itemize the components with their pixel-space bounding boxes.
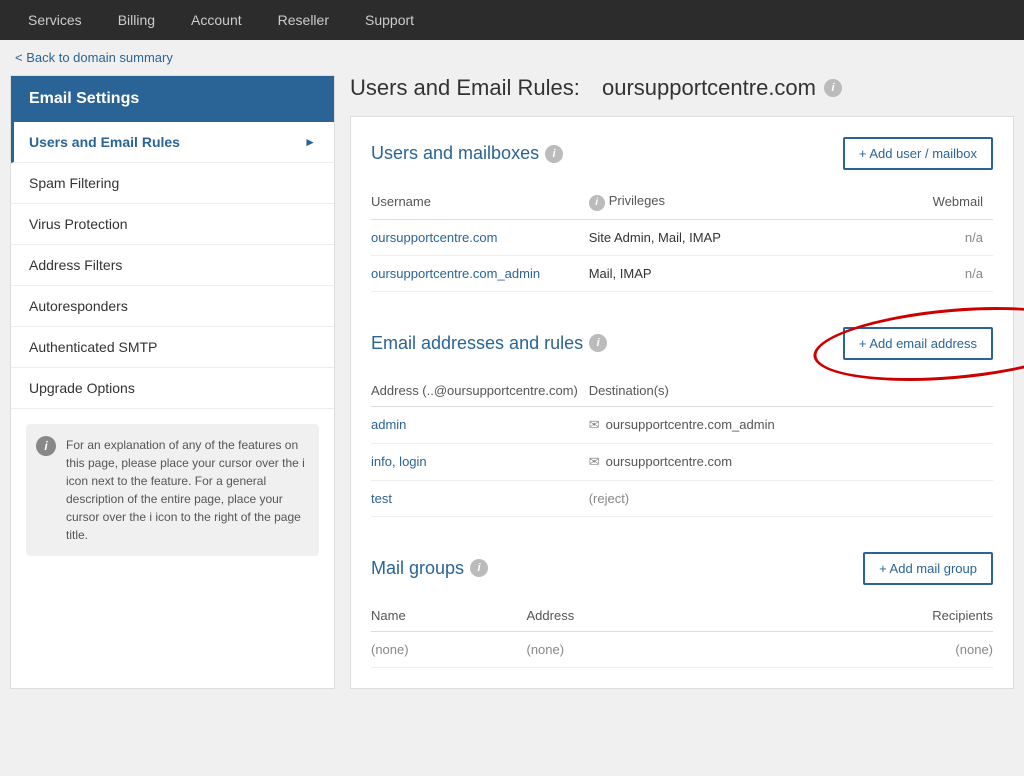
mailgroup-name-cell: (none): [371, 631, 527, 667]
email-address-cell: admin: [371, 406, 589, 443]
col-header-username: Username: [371, 185, 589, 219]
nav-account[interactable]: Account: [173, 0, 260, 40]
col-header-destination: Destination(s): [589, 375, 993, 407]
email-destination-cell: ✉ oursupportcentre.com: [589, 443, 993, 480]
main-layout: Email Settings Users and Email Rules ► S…: [10, 75, 1014, 689]
col-header-webmail: Webmail: [806, 185, 993, 219]
user-webmail-cell: n/a: [806, 255, 993, 291]
mail-groups-table: Name Address Recipients (none) (none) (n…: [371, 600, 993, 668]
user-webmail-cell: n/a: [806, 219, 993, 255]
info-icon: i: [36, 436, 56, 456]
sidebar-info: i For an explanation of any of the featu…: [26, 424, 319, 556]
nav-reseller[interactable]: Reseller: [260, 0, 347, 40]
content-area: Users and Email Rules: oursupportcentre.…: [335, 75, 1014, 689]
col-header-recipients: Recipients: [744, 600, 993, 632]
mail-groups-title: Mail groups i: [371, 558, 488, 579]
email-rules-info-icon[interactable]: i: [589, 334, 607, 352]
envelope-icon: ✉: [589, 454, 600, 470]
add-user-mailbox-button[interactable]: + Add user / mailbox: [843, 137, 993, 170]
user-privileges-cell: Site Admin, Mail, IMAP: [589, 219, 807, 255]
users-section-header: Users and mailboxes i + Add user / mailb…: [371, 137, 993, 170]
email-address-cell: info, login: [371, 443, 589, 480]
page-title: Users and Email Rules: oursupportcentre.…: [350, 75, 1014, 101]
mail-groups-info-icon[interactable]: i: [470, 559, 488, 577]
table-row: info, login ✉ oursupportcentre.com: [371, 443, 993, 480]
table-row: admin ✉ oursupportcentre.com_admin: [371, 406, 993, 443]
sidebar-item-spam-filtering[interactable]: Spam Filtering: [11, 163, 334, 204]
chevron-right-icon: ►: [304, 135, 316, 149]
sidebar-item-authenticated-smtp[interactable]: Authenticated SMTP: [11, 327, 334, 368]
user-username-cell: oursupportcentre.com: [371, 219, 589, 255]
table-row: test (reject): [371, 480, 993, 516]
add-email-button-container: + Add email address: [843, 327, 993, 360]
email-destination-cell: (reject): [589, 480, 993, 516]
mail-groups-section-header: Mail groups i + Add mail group: [371, 552, 993, 585]
table-row: oursupportcentre.com_admin Mail, IMAP n/…: [371, 255, 993, 291]
add-email-address-button[interactable]: + Add email address: [843, 327, 993, 360]
page-info-icon[interactable]: i: [824, 79, 842, 97]
user-privileges-cell: Mail, IMAP: [589, 255, 807, 291]
users-mailboxes-section: Users and mailboxes i + Add user / mailb…: [350, 116, 1014, 689]
envelope-icon: ✉: [589, 417, 600, 433]
top-nav: Services Billing Account Reseller Suppor…: [0, 0, 1024, 40]
table-row: (none) (none) (none): [371, 631, 993, 667]
email-destination-cell: ✉ oursupportcentre.com_admin: [589, 406, 993, 443]
sidebar-header: Email Settings: [11, 76, 334, 122]
nav-billing[interactable]: Billing: [100, 0, 173, 40]
add-mail-group-button[interactable]: + Add mail group: [863, 552, 993, 585]
sidebar-item-virus-protection[interactable]: Virus Protection: [11, 204, 334, 245]
email-address-cell: test: [371, 480, 589, 516]
sidebar-item-autoresponders[interactable]: Autoresponders: [11, 286, 334, 327]
back-link[interactable]: < Back to domain summary: [15, 50, 173, 65]
mailgroup-recipients-cell: (none): [744, 631, 993, 667]
privileges-info-icon[interactable]: i: [589, 195, 605, 211]
email-rules-section-header: Email addresses and rules i + Add email …: [371, 327, 993, 360]
col-header-privileges: iPrivileges: [589, 185, 807, 219]
email-rules-table: Address (..@oursupportcentre.com) Destin…: [371, 375, 993, 517]
sidebar-item-address-filters[interactable]: Address Filters: [11, 245, 334, 286]
nav-services[interactable]: Services: [10, 0, 100, 40]
sidebar-item-upgrade-options[interactable]: Upgrade Options: [11, 368, 334, 409]
table-row: oursupportcentre.com Site Admin, Mail, I…: [371, 219, 993, 255]
breadcrumb: < Back to domain summary: [0, 40, 1024, 75]
sidebar-item-users-email-rules[interactable]: Users and Email Rules ►: [11, 122, 334, 163]
email-address-link[interactable]: test: [371, 491, 392, 506]
col-header-name: Name: [371, 600, 527, 632]
users-section-title: Users and mailboxes i: [371, 143, 563, 164]
col-header-address-mg: Address: [527, 600, 745, 632]
destination-value: oursupportcentre.com: [606, 454, 732, 469]
nav-support[interactable]: Support: [347, 0, 432, 40]
destination-value: oursupportcentre.com_admin: [606, 417, 775, 432]
col-header-address: Address (..@oursupportcentre.com): [371, 375, 589, 407]
users-table: Username iPrivileges Webmail oursupportc…: [371, 185, 993, 292]
email-rules-title: Email addresses and rules i: [371, 333, 607, 354]
users-info-icon[interactable]: i: [545, 145, 563, 163]
user-username-cell: oursupportcentre.com_admin: [371, 255, 589, 291]
mailgroup-address-cell: (none): [527, 631, 745, 667]
destination-value: (reject): [589, 491, 629, 506]
username-link[interactable]: oursupportcentre.com: [371, 230, 497, 245]
username-link[interactable]: oursupportcentre.com_admin: [371, 266, 540, 281]
sidebar: Email Settings Users and Email Rules ► S…: [10, 75, 335, 689]
email-address-link[interactable]: info, login: [371, 454, 427, 469]
email-address-link[interactable]: admin: [371, 417, 406, 432]
